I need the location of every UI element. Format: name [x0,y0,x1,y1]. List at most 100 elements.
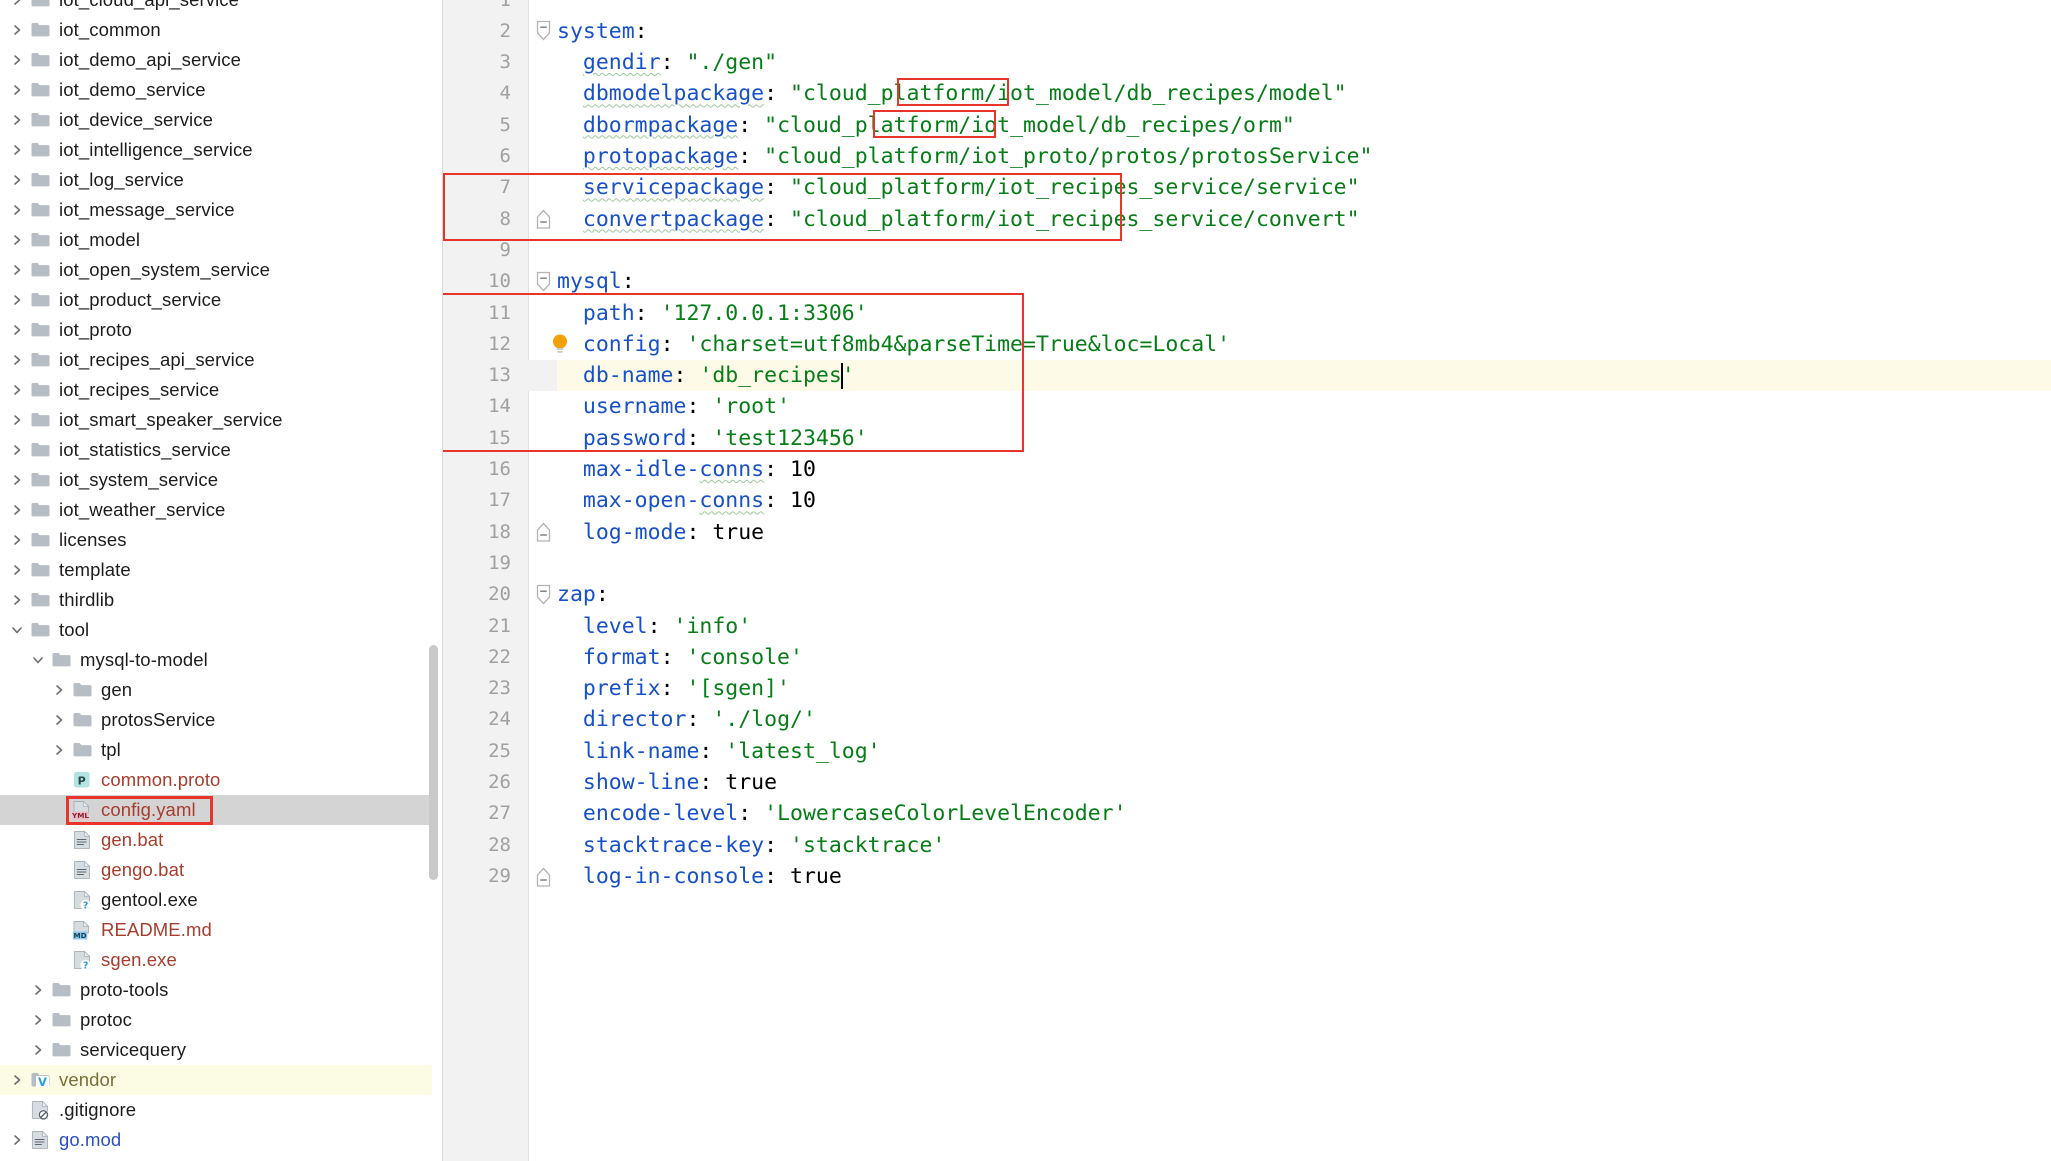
tree-item-mysql-to-model[interactable]: mysql-to-model [0,645,432,675]
code-line-text[interactable]: max-open-conns: 10 [557,485,816,516]
code-line-text[interactable]: stacktrace-key: 'stacktrace' [557,830,945,861]
code-line-text[interactable]: level: 'info' [557,611,751,642]
code-line-text[interactable]: system: [557,16,648,47]
code-line-text[interactable]: path: '127.0.0.1:3306' [557,298,868,329]
chevron-right-icon[interactable] [6,353,28,367]
code-line-text[interactable]: log-in-console: true [557,861,842,892]
tree-item-iot-system-service[interactable]: iot_system_service [0,465,432,495]
tree-item-gitignore[interactable]: .gitignore [0,1095,432,1125]
chevron-right-icon[interactable] [6,263,28,277]
code-line-text[interactable]: show-line: true [557,767,777,798]
chevron-down-icon[interactable] [27,653,49,667]
tree-item-gen-bat[interactable]: gen.bat [0,825,432,855]
code-line-text[interactable]: log-mode: true [557,517,764,548]
tree-item-gentool-exe[interactable]: ? gentool.exe [0,885,432,915]
tree-item-iot-model[interactable]: iot_model [0,225,432,255]
chevron-right-icon[interactable] [6,203,28,217]
project-tree-panel[interactable]: iot_cloud_api_service iot_common iot_demo_… [0,0,443,1161]
tree-item-proto-tools[interactable]: proto-tools [0,975,432,1005]
fold-collapse-icon[interactable] [531,16,555,47]
tree-item-thirdlib[interactable]: thirdlib [0,585,432,615]
code-line-text[interactable]: password: 'test123456' [557,423,868,454]
tree-item-tpl[interactable]: tpl [0,735,432,765]
chevron-right-icon[interactable] [6,113,28,127]
code-line-text[interactable]: mysql: [557,266,635,297]
code-line-text[interactable]: servicepackage: "cloud_platform/iot_reci… [557,172,1360,203]
tree-item-gen[interactable]: gen [0,675,432,705]
code-line-text[interactable]: zap: [557,579,609,610]
code-line-text[interactable]: link-name: 'latest_log' [557,736,881,767]
chevron-right-icon[interactable] [6,473,28,487]
chevron-right-icon[interactable] [6,533,28,547]
chevron-right-icon[interactable] [6,413,28,427]
chevron-right-icon[interactable] [27,1043,49,1057]
chevron-right-icon[interactable] [6,1073,28,1087]
tree-item-iot-common[interactable]: iot_common [0,15,432,45]
tree-item-iot-log-service[interactable]: iot_log_service [0,165,432,195]
fold-end-icon[interactable] [531,204,555,235]
chevron-right-icon[interactable] [48,743,70,757]
fold-end-icon[interactable] [531,861,555,892]
chevron-right-icon[interactable] [6,143,28,157]
code-line-text[interactable]: format: 'console' [557,642,803,673]
chevron-right-icon[interactable] [6,0,28,7]
tree-item-iot-intelligence-service[interactable]: iot_intelligence_service [0,135,432,165]
tree-item-go-mod[interactable]: go.mod [0,1125,432,1155]
code-line-text[interactable]: username: 'root' [557,391,790,422]
tree-item-licenses[interactable]: licenses [0,525,432,555]
code-line-text[interactable]: convertpackage: "cloud_platform/iot_reci… [557,204,1360,235]
tree-item-servicequery[interactable]: servicequery [0,1035,432,1065]
tree-item-iot-product-service[interactable]: iot_product_service [0,285,432,315]
code-line-text[interactable]: director: './log/' [557,704,816,735]
tree-item-vendor[interactable]: Vvendor [0,1065,432,1095]
fold-collapse-icon[interactable] [531,266,555,297]
tree-item-iot-recipes-service[interactable]: iot_recipes_service [0,375,432,405]
code-line-text[interactable]: config: 'charset=utf8mb4&parseTime=True&… [557,329,1230,360]
tree-scrollbar-thumb[interactable] [429,645,438,880]
tree-item-readme-md[interactable]: MD README.md [0,915,432,945]
tree-item-iot-smart-speaker-service[interactable]: iot_smart_speaker_service [0,405,432,435]
tree-item-iot-demo-api-service[interactable]: iot_demo_api_service [0,45,432,75]
tree-item-iot-open-system-service[interactable]: iot_open_system_service [0,255,432,285]
fold-end-icon[interactable] [531,517,555,548]
chevron-right-icon[interactable] [6,593,28,607]
tree-item-template[interactable]: template [0,555,432,585]
code-line-text[interactable]: gendir: "./gen" [557,47,777,78]
chevron-right-icon[interactable] [6,1133,28,1147]
tree-item-gengo-bat[interactable]: gengo.bat [0,855,432,885]
code-line-text[interactable]: dbormpackage: "cloud_platform/iot_model/… [557,110,1295,141]
chevron-down-icon[interactable] [6,623,28,637]
chevron-right-icon[interactable] [6,293,28,307]
tree-item-common-proto[interactable]: Pcommon.proto [0,765,432,795]
code-editor-panel[interactable]: 12system:3 gendir: "./gen"4 dbmodelpacka… [443,0,2051,1161]
code-line-text[interactable]: prefix: '[sgen]' [557,673,790,704]
chevron-right-icon[interactable] [27,1013,49,1027]
tree-item-iot-device-service[interactable]: iot_device_service [0,105,432,135]
code-line-text[interactable]: db-name: 'db_recipes' [557,360,855,391]
chevron-right-icon[interactable] [48,713,70,727]
tree-item-sgen-exe[interactable]: ? sgen.exe [0,945,432,975]
tree-item-iot-recipes-api-service[interactable]: iot_recipes_api_service [0,345,432,375]
tree-item-iot-demo-service[interactable]: iot_demo_service [0,75,432,105]
chevron-right-icon[interactable] [6,503,28,517]
chevron-right-icon[interactable] [6,383,28,397]
chevron-right-icon[interactable] [6,173,28,187]
tree-item-iot-proto[interactable]: iot_proto [0,315,432,345]
chevron-right-icon[interactable] [6,53,28,67]
tree-item-iot-statistics-service[interactable]: iot_statistics_service [0,435,432,465]
code-line-text[interactable]: encode-level: 'LowercaseColorLevelEncode… [557,798,1127,829]
chevron-right-icon[interactable] [48,683,70,697]
chevron-right-icon[interactable] [6,233,28,247]
code-line-text[interactable]: protopackage: "cloud_platform/iot_proto/… [557,141,1373,172]
tree-scrollbar-track[interactable] [429,0,441,1161]
chevron-right-icon[interactable] [27,983,49,997]
chevron-right-icon[interactable] [6,23,28,37]
fold-collapse-icon[interactable] [531,579,555,610]
tree-item-protosservice[interactable]: protosService [0,705,432,735]
chevron-right-icon[interactable] [6,563,28,577]
code-line-text[interactable]: max-idle-conns: 10 [557,454,816,485]
tree-item-iot-weather-service[interactable]: iot_weather_service [0,495,432,525]
code-line-text[interactable]: dbmodelpackage: "cloud_platform/iot_mode… [557,78,1347,109]
tree-item-protoc[interactable]: protoc [0,1005,432,1035]
tree-item-tool[interactable]: tool [0,615,432,645]
